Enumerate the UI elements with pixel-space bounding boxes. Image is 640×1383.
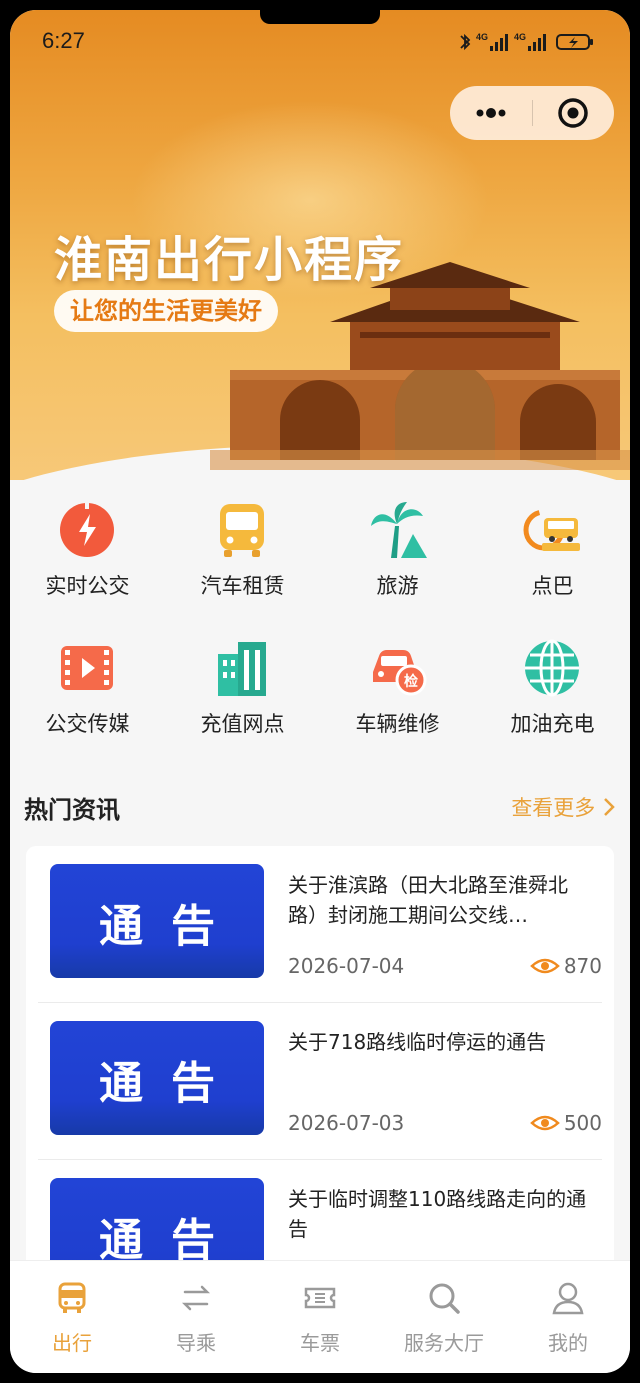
transfer-icon [181,1285,211,1311]
tab-label: 出行 [52,1331,92,1355]
service-vehicle-repair[interactable]: 检 车辆维修 [320,628,475,758]
service-label: 加油充电 [510,712,595,736]
ticket-icon [304,1287,336,1309]
svg-text:4G: 4G [476,32,488,42]
realtime-bus-icon [60,501,114,557]
service-label: 公交传媒 [45,712,130,736]
service-label: 车辆维修 [355,712,440,736]
close-mini-program-button[interactable] [532,86,614,140]
news-item[interactable]: 通告 关于718路线临时停运的通告 2026-07-03 500 [38,1003,602,1160]
mini-program-capsule [450,86,614,140]
signal-4g-icon: 4G [476,32,508,51]
eye-icon [529,958,560,974]
news-view-count: 500 [563,1111,602,1135]
search-icon [429,1283,460,1314]
notice-thumbnail: 通告 [50,864,264,978]
banner-title: 淮南出行小程序 [54,232,405,288]
user-icon [552,1282,584,1315]
news-header: 热门资讯 查看更多 [24,790,616,830]
target-icon [558,98,588,128]
service-realtime-bus[interactable]: 实时公交 [10,490,165,620]
tab-service-hall[interactable]: 服务大厅 [382,1261,506,1373]
news-views: 870 [529,954,602,980]
tab-label: 导乘 [176,1331,216,1355]
news-heading: 热门资讯 [24,796,120,824]
service-dianba[interactable]: 点巴 [475,490,630,620]
building-icon [218,642,266,696]
service-fuel-charging[interactable]: 加油充电 [475,628,630,758]
service-label: 旅游 [376,574,419,598]
notice-thumbnail-text: 通告 [99,1215,243,1266]
hero-banner[interactable]: 6:27 4G 4G 淮南出行小程序 让您的生活更美好 [10,10,630,480]
service-grid: 实时公交 汽车租赁 旅游 点巴 公交传媒 充值网点 检 车辆维修 加油充电 [10,490,630,760]
tab-guide[interactable]: 导乘 [134,1261,258,1373]
signal-4g-icon-2: 4G [514,32,546,51]
more-options-button[interactable] [450,86,532,140]
news-item[interactable]: 通告 关于临时调整110路线路走向的通告 [38,1160,602,1276]
palm-tree-icon [371,502,427,558]
view-more-link[interactable]: 查看更多 [511,792,616,822]
notice-thumbnail: 通告 [50,1021,264,1135]
car-inspection-icon: 检 [373,650,427,696]
svg-text:4G: 4G [514,32,526,42]
status-icons: 4G 4G [458,30,598,54]
service-label: 实时公交 [45,574,130,598]
status-time: 6:27 [42,28,85,53]
service-label: 汽车租赁 [200,574,285,598]
tab-travel[interactable]: 出行 [10,1261,134,1373]
tab-tickets[interactable]: 车票 [258,1261,382,1373]
news-list: 通告 关于淮滨路（田大北路至淮舜北路）封闭施工期间公交线… 2026-07-04… [26,846,614,1276]
news-views: 500 [529,1111,602,1137]
bus-tab-icon [58,1282,86,1313]
camera-notch [260,10,380,24]
news-view-count: 870 [563,954,602,978]
notice-thumbnail-text: 通告 [99,1058,243,1109]
service-label: 点巴 [531,574,574,598]
service-recharge-outlets[interactable]: 充值网点 [165,628,320,758]
bluetooth-icon [460,33,471,51]
video-icon [61,646,113,690]
chevron-right-icon [604,798,615,816]
tab-label: 服务大厅 [404,1331,484,1355]
svg-text:检: 检 [404,673,418,690]
more-dots-icon [476,108,506,118]
service-label: 充值网点 [200,712,285,736]
minibus-badge-icon [523,509,580,551]
service-car-rental[interactable]: 汽车租赁 [165,490,320,620]
service-travel[interactable]: 旅游 [320,490,475,620]
banner-subtitle: 让您的生活更美好 [54,290,278,332]
bottom-tab-bar: 出行 导乘 车票 服务大厅 我的 [10,1260,630,1373]
tab-label: 车票 [300,1331,340,1355]
globe-icon [525,639,579,697]
news-title: 关于718路线临时停运的通告 [288,1030,547,1054]
battery-charging-icon [556,34,593,50]
eye-icon [529,1115,560,1131]
notice-thumbnail-text: 通告 [99,901,243,952]
news-title: 关于临时调整110路线路走向的通告 [288,1187,587,1241]
news-date: 2026-07-03 [288,1111,405,1135]
bus-icon [220,504,264,557]
view-more-label: 查看更多 [511,796,596,820]
phone-screen: 6:27 4G 4G 淮南出行小程序 让您的生活更美好 实时公交 汽车租赁 旅游… [10,10,630,1373]
news-date: 2026-07-04 [288,954,405,978]
tab-profile[interactable]: 我的 [506,1261,630,1373]
news-item[interactable]: 通告 关于淮滨路（田大北路至淮舜北路）封闭施工期间公交线… 2026-07-04… [38,846,602,1003]
tab-label: 我的 [548,1331,588,1355]
news-title: 关于淮滨路（田大北路至淮舜北路）封闭施工期间公交线… [288,873,568,927]
service-bus-media[interactable]: 公交传媒 [10,628,165,758]
